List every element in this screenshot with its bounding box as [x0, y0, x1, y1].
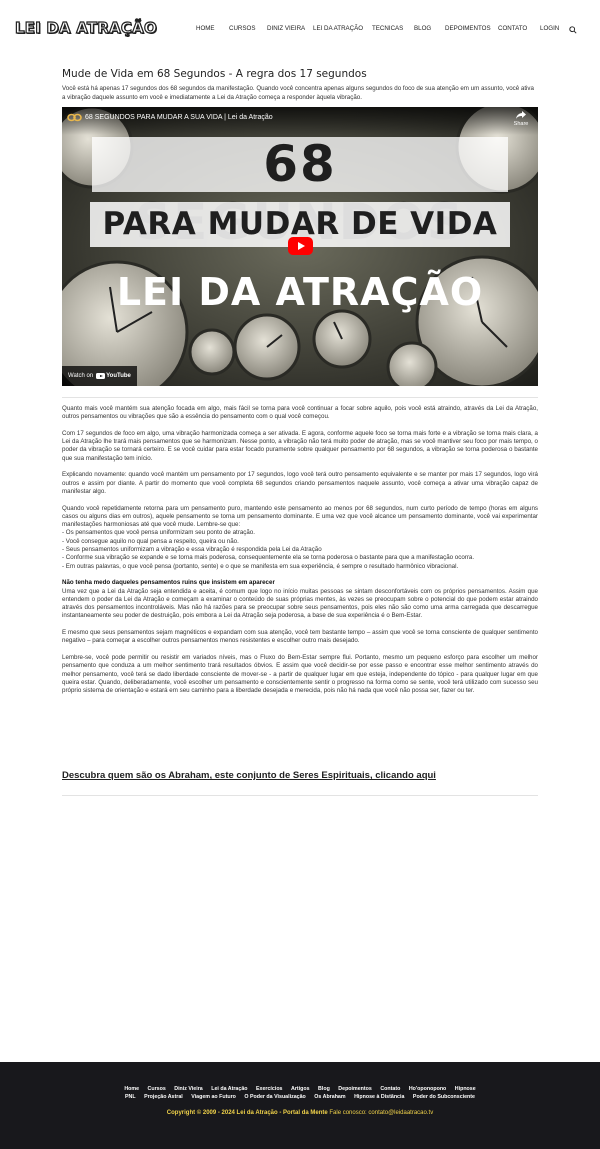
youtube-video-embed[interactable]: 68 SEGUNDOS PARA MUDAR A SUA VIDA | Lei … — [62, 107, 538, 386]
site-logo[interactable]: LEI DA ATRAÇÃO — [14, 18, 157, 37]
nav-diniz-vieira[interactable]: DINIZ VIEIRA — [267, 25, 305, 32]
watch-on-label: Watch on — [68, 373, 94, 379]
nav-blog[interactable]: BLOG — [414, 25, 431, 32]
footer-link[interactable]: O Poder da Visualização — [244, 1094, 305, 1100]
list-item: - Conforme sua vibração se expande e se … — [62, 554, 475, 562]
footer-link[interactable]: Depoimentos — [338, 1086, 372, 1092]
paragraph: Explicando novamente: quando você mantém… — [62, 471, 538, 495]
subheading: Não tenha medo daqueles pensamentos ruin… — [62, 579, 275, 587]
footer-link[interactable]: Hipnose — [455, 1086, 476, 1092]
page-title: Mude de Vida em 68 Segundos - A regra do… — [62, 68, 367, 80]
share-label: Share — [513, 121, 529, 127]
watch-on-youtube[interactable]: Watch on YouTube — [62, 366, 137, 386]
footer-link[interactable]: Diniz Vieira — [174, 1086, 202, 1092]
youtube-wordmark: YouTube — [106, 373, 131, 379]
paragraph: Quando você repetidamente retorna para u… — [62, 505, 538, 571]
nav-tecnicas[interactable]: TECNICAS — [372, 25, 403, 32]
nav-lei-da-atracao[interactable]: LEI DA ATRAÇÃO — [313, 25, 363, 32]
article-body: Quanto mais você mantém sua atenção foca… — [62, 405, 538, 704]
divider-bottom — [62, 795, 538, 796]
list-item: - Os pensamentos que você pensa uniformi… — [62, 529, 255, 537]
footer-link[interactable]: Lei da Atração — [211, 1086, 247, 1092]
paragraph: Lembre-se, você pode permitir ou resisti… — [62, 653, 538, 695]
paragraph: Quanto mais você mantém sua atenção foca… — [62, 405, 538, 421]
paragraph-text: Uma vez que a Lei da Atração seja entend… — [62, 587, 538, 620]
paragraph: Não tenha medo daqueles pensamentos ruin… — [62, 579, 538, 620]
thumb-heading-3: LEI DA ATRAÇÃO — [116, 270, 484, 314]
nav-depoimentos[interactable]: DEPOIMENTOS — [445, 25, 491, 32]
paragraph: Com 17 segundos de foco em algo, uma vib… — [62, 429, 538, 462]
nav-home[interactable]: HOME — [196, 25, 215, 32]
site-header: LEI DA ATRAÇÃO HOME CURSOS DINIZ VIEIRA … — [0, 0, 600, 60]
nav-login[interactable]: LOGIN — [540, 25, 559, 32]
footer-link[interactable]: Hipnose à Distância — [354, 1094, 404, 1100]
list-item: - Em outras palavras, o que você pensa (… — [62, 562, 459, 570]
list-item: - Você consegue aquilo no qual pensa a r… — [62, 537, 239, 545]
share-icon — [516, 111, 526, 119]
list-item: - Seus pensamentos uniformizam a vibraçã… — [62, 546, 322, 554]
footer-link[interactable]: Cursos — [148, 1086, 166, 1092]
play-button[interactable] — [288, 237, 313, 255]
intro-text: Você está há apenas 17 segundos dos 68 s… — [62, 85, 534, 101]
footer-link[interactable]: Ho'oponopono — [409, 1086, 446, 1092]
footer-link[interactable]: Viagem ao Futuro — [191, 1094, 236, 1100]
divider-top — [62, 397, 538, 398]
share-button[interactable]: Share — [512, 111, 530, 127]
paragraph-text: Quando você repetidamente retorna para u… — [62, 504, 538, 529]
footer-link[interactable]: Artigos — [291, 1086, 310, 1092]
footer-link[interactable]: PNL — [125, 1094, 136, 1100]
youtube-logo: YouTube — [96, 373, 131, 379]
video-title[interactable]: 68 SEGUNDOS PARA MUDAR A SUA VIDA | Lei … — [85, 114, 273, 121]
site-footer: Home Cursos Diniz Vieira Lei da Atração … — [0, 1062, 600, 1149]
footer-link[interactable]: Projeção Astral — [144, 1094, 183, 1100]
footer-links-row-1: Home Cursos Diniz Vieira Lei da Atração … — [0, 1086, 600, 1092]
youtube-play-icon — [96, 373, 106, 379]
article-header: Mude de Vida em 68 Segundos - A regra do… — [62, 68, 538, 102]
footer-link[interactable]: Home — [124, 1086, 139, 1092]
abraham-link[interactable]: Descubra quem são os Abraham, este conju… — [62, 770, 436, 781]
channel-infinity-icon[interactable] — [67, 113, 82, 122]
footer-link[interactable]: Contato — [380, 1086, 400, 1092]
search-icon[interactable] — [569, 26, 577, 34]
footer-link[interactable]: Blog — [318, 1086, 330, 1092]
copyright: Copyright © 2009 - 2024 Lei da Atração -… — [0, 1110, 600, 1116]
footer-link[interactable]: Exercícios — [256, 1086, 283, 1092]
copyright-text: Copyright © 2009 - 2024 Lei da Atração -… — [166, 1110, 328, 1116]
contact-email-link[interactable]: Fale conosco: contato@leidaatracao.tv — [329, 1110, 433, 1116]
footer-link[interactable]: Poder do Subconsciente — [413, 1094, 475, 1100]
video-top-bar — [62, 107, 538, 135]
nav-cursos[interactable]: CURSOS — [229, 25, 255, 32]
nav-contato[interactable]: CONTATO — [498, 25, 527, 32]
footer-links-row-2: PNL Projeção Astral Viagem ao Futuro O P… — [0, 1094, 600, 1100]
footer-link[interactable]: Os Abraham — [314, 1094, 345, 1100]
paragraph: E mesmo que seus pensamentos sejam magné… — [62, 629, 538, 645]
